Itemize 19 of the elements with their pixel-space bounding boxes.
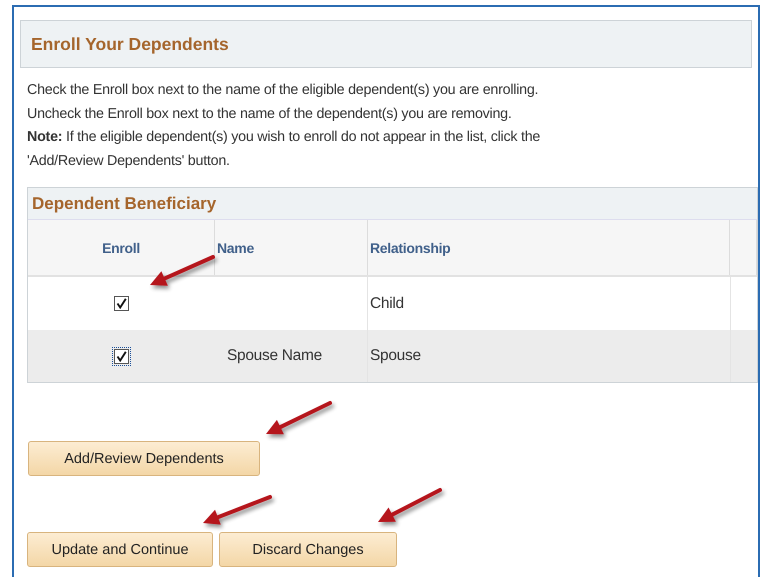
annotation-arrow xyxy=(266,401,332,434)
section-title: Enroll Your Dependents xyxy=(31,34,229,54)
add-review-dependents-button[interactable]: Add/Review Dependents xyxy=(28,441,260,476)
instruction-text: Uncheck the Enroll box next to the name of the dependent(s) you are removing. xyxy=(27,104,513,124)
note-text: Note: If the eligible dependent(s) you wish to enroll do not appear in the list, click the 'Add/Review Dependents' button. xyxy=(27,128,542,170)
relationship-cell: Child xyxy=(370,294,404,312)
action-button[interactable]: Discard Changes xyxy=(219,532,397,567)
instruction-text: Check the Enroll box next to the name of the eligible dependent(s) you are enrolling. xyxy=(27,81,540,100)
column-header: Name xyxy=(217,240,254,256)
annotation-arrow xyxy=(203,495,272,525)
annotation-arrow xyxy=(150,255,215,286)
grid-title: Dependent Beneficiary xyxy=(32,194,216,214)
action-button[interactable]: Update and Continue xyxy=(27,532,213,567)
column-header: Relationship xyxy=(370,240,450,256)
enroll-checkbox[interactable] xyxy=(114,296,129,311)
relationship-cell: Spouse xyxy=(370,347,421,365)
annotation-arrow xyxy=(378,488,442,522)
name-cell: Spouse Name xyxy=(227,347,322,365)
column-header: Enroll xyxy=(102,240,140,256)
